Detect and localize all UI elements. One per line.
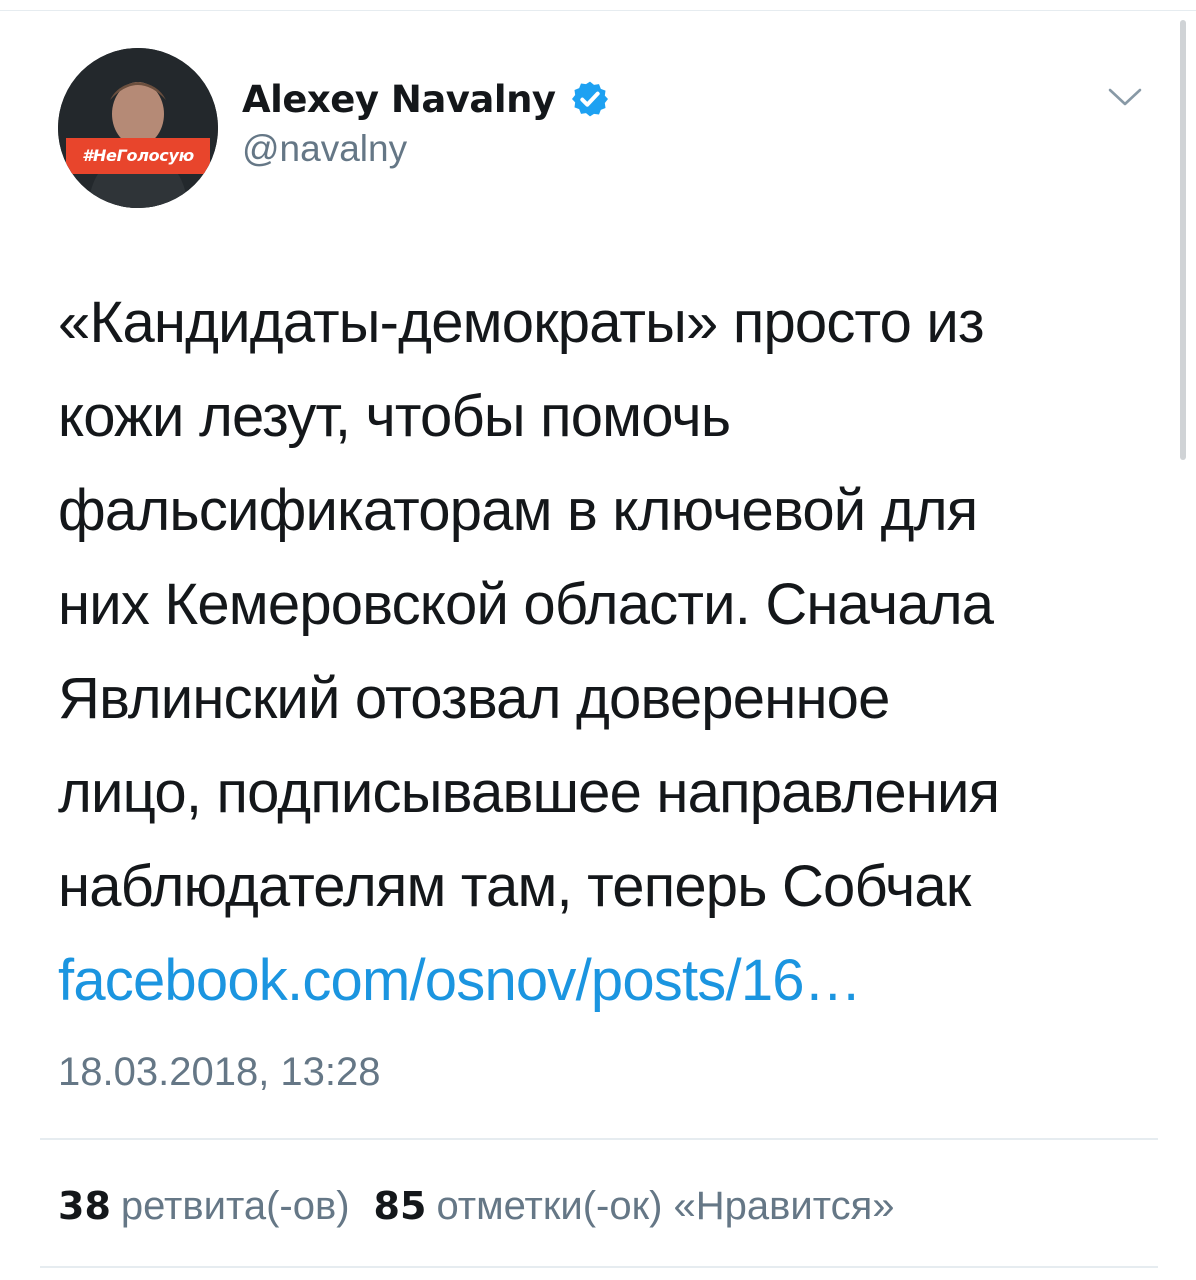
author-handle[interactable]: @navalny: [242, 128, 407, 170]
author-display-name[interactable]: Alexey Navalny: [242, 78, 556, 121]
stats-bottom-divider: [40, 1266, 1158, 1268]
avatar-hashtag-label: #НеГолосую: [66, 138, 210, 174]
tweet-text-line: Явлинский отозвал доверенное: [58, 666, 890, 731]
chevron-down-icon[interactable]: [1106, 84, 1144, 110]
avatar[interactable]: #НеГолосую: [58, 48, 218, 208]
tweet-detail-view: #НеГолосую Alexey Navalny @navalny «Канд…: [0, 0, 1196, 1280]
retweets-label[interactable]: ретвита(-ов): [121, 1184, 350, 1229]
stats-top-divider: [40, 1138, 1158, 1140]
scrollbar[interactable]: [1180, 20, 1186, 460]
tweet-link[interactable]: facebook.com/osnov/posts/16…: [58, 934, 1158, 1028]
likes-label[interactable]: отметки(-ок) «Нравится»: [436, 1184, 894, 1229]
tweet-timestamp[interactable]: 18.03.2018, 13:28: [58, 1050, 381, 1095]
tweet-text: «Кандидаты-демократы» просто из кожи лез…: [58, 276, 1158, 1028]
likes-count[interactable]: 85: [374, 1184, 427, 1228]
avatar-photo: [58, 48, 218, 208]
tweet-stats: 38 ретвита(-ов) 85 отметки(-ок) «Нравитс…: [58, 1176, 919, 1236]
retweets-count[interactable]: 38: [58, 1184, 111, 1228]
verified-badge-icon: [571, 81, 608, 117]
author-name-row: Alexey Navalny: [242, 74, 610, 124]
tweet-text-line: наблюдателям там, теперь Собчак: [58, 854, 971, 919]
tweet-text-line: «Кандидаты-демократы» просто из: [58, 290, 985, 355]
tweet-text-line: фальсификаторам в ключевой для: [58, 478, 978, 543]
tweet-text-line: кожи лезут, чтобы помочь: [58, 384, 731, 449]
tweet-text-line: них Кемеровской области. Сначала: [58, 572, 994, 637]
top-divider: [0, 10, 1196, 11]
tweet-text-line: лицо, подписывавшее направления: [58, 760, 1000, 825]
